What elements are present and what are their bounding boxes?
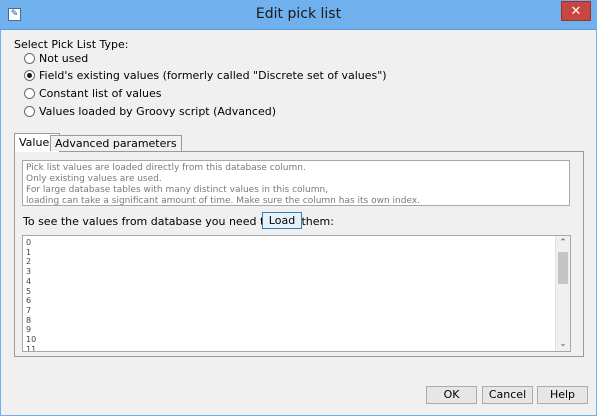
radio-button-selected[interactable] [24,69,35,81]
scroll-up-icon[interactable]: ⌃ [556,236,570,250]
radio-label: Constant list of values [39,86,162,100]
radio-button[interactable] [24,105,35,117]
list-item[interactable]: 11 [26,345,36,351]
info-line: loading can take a significant amount of… [26,196,421,206]
help-button[interactable]: Help [537,386,588,404]
radio-not-used[interactable]: Not used [24,50,88,66]
list-item[interactable]: 4 [26,277,36,287]
title-bar: ✎ Edit pick list ✕ [0,0,597,30]
tab-advanced-parameters[interactable]: Advanced parameters [50,135,182,151]
info-line: Only existing values are used. [26,174,162,184]
window-title: Edit pick list [255,6,342,22]
radio-label: Values loaded by Groovy script (Advanced… [39,104,277,118]
radio-groovy-script[interactable]: Values loaded by Groovy script (Advanced… [24,103,276,119]
info-line: Pick list values are loaded directly fro… [26,163,306,173]
list-item[interactable]: 2 [26,257,36,267]
close-icon: ✕ [570,4,582,19]
list-item[interactable]: 3 [26,267,36,277]
list-item[interactable]: 0 [26,238,36,248]
vertical-scrollbar[interactable]: ⌃ ⌄ [555,236,570,351]
info-text-area: Pick list values are loaded directly fro… [22,160,570,206]
radio-button[interactable] [24,52,35,64]
list-item[interactable]: 5 [26,287,36,297]
scroll-down-icon[interactable]: ⌄ [556,337,570,351]
radio-label: Field's existing values (formerly called… [39,68,387,82]
list-item[interactable]: 7 [26,306,36,316]
list-item[interactable]: 8 [26,316,36,326]
radio-button[interactable] [24,87,35,99]
radio-existing-values[interactable]: Field's existing values (formerly called… [24,67,387,83]
list-item[interactable]: 6 [26,296,36,306]
ok-button[interactable]: OK [426,386,477,404]
radio-constant-list[interactable]: Constant list of values [24,85,161,101]
scroll-thumb[interactable] [558,252,568,284]
load-button[interactable]: Load [262,212,302,229]
radio-label: Not used [39,51,89,65]
list-item[interactable]: 9 [26,325,36,335]
info-line: For large database tables with many dist… [26,185,329,195]
list-item[interactable]: 10 [26,335,36,345]
values-list[interactable]: 0 1 2 3 4 5 6 7 8 9 10 11 ⌃ ⌄ [22,235,571,352]
close-button[interactable]: ✕ [561,1,591,21]
list-item[interactable]: 1 [26,248,36,258]
cancel-button[interactable]: Cancel [482,386,533,404]
